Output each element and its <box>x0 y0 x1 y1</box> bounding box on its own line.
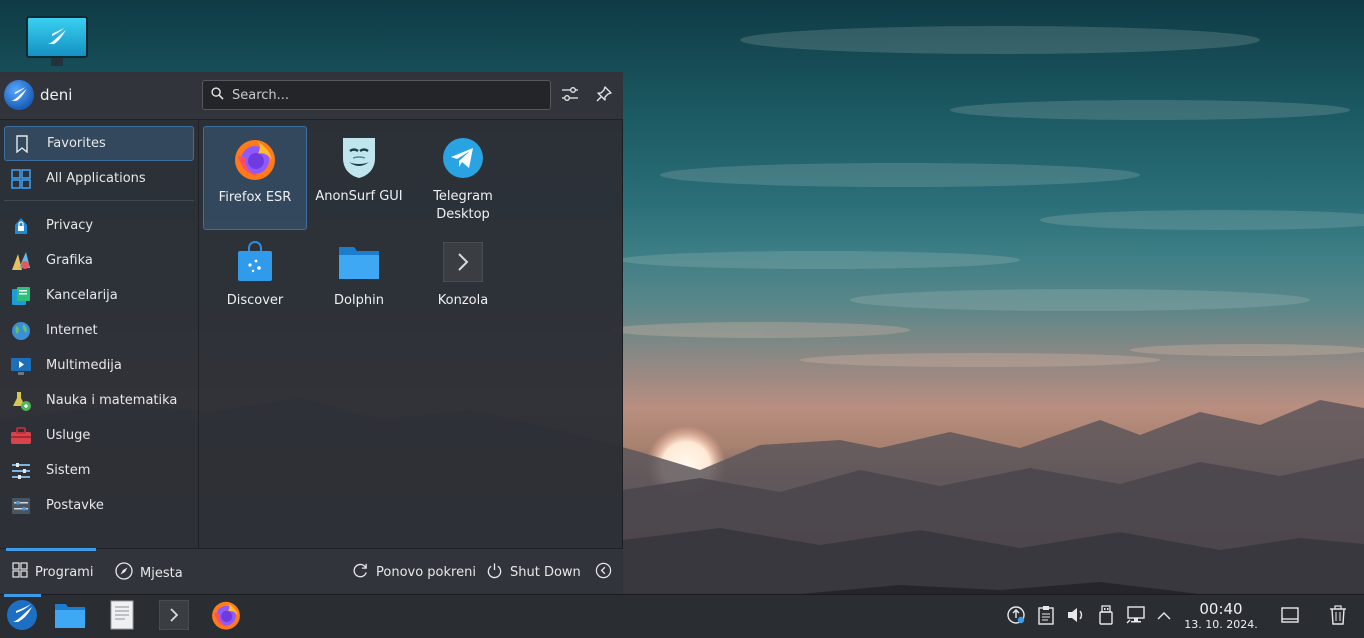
app-firefox-esr[interactable]: Firefox ESR <box>203 126 307 230</box>
active-tab-indicator <box>6 548 96 551</box>
app-discover[interactable]: Discover <box>203 230 307 334</box>
sidebar-item-internet[interactable]: Internet <box>4 313 194 348</box>
avatar[interactable] <box>4 80 34 110</box>
taskbar-text-editor[interactable] <box>104 599 140 635</box>
anonsurf-mask-icon <box>335 134 383 182</box>
volume-icon <box>1066 606 1086 628</box>
search-icon <box>211 86 224 104</box>
firefox-icon <box>210 599 242 635</box>
leave-options-button[interactable] <box>595 562 612 583</box>
office-icon <box>10 285 32 307</box>
text-editor-icon <box>110 600 134 634</box>
system-icon <box>10 460 32 482</box>
terminal-icon <box>439 238 487 286</box>
telegram-icon <box>439 134 487 182</box>
app-anonsurf-gui[interactable]: AnonSurf GUI <box>307 126 411 230</box>
sidebar-item-privacy[interactable]: Privacy <box>4 208 194 243</box>
network-icon <box>1126 606 1146 628</box>
toolbox-icon <box>10 425 32 447</box>
expand-arrow-icon <box>1157 610 1171 625</box>
search-input[interactable] <box>232 87 532 103</box>
sidebar-item-multimedija[interactable]: Multimedija <box>4 348 194 383</box>
app-konzola[interactable]: Konzola <box>411 230 515 334</box>
tray-volume[interactable] <box>1065 606 1087 628</box>
tray-expand-button[interactable] <box>1153 606 1175 628</box>
taskbar: 00:40 13. 10. 2024. <box>0 594 1364 638</box>
multimedia-icon <box>10 355 32 377</box>
dolphin-icon <box>54 601 86 633</box>
restart-icon <box>352 562 369 583</box>
graphics-icon <box>10 250 32 272</box>
trash-button[interactable] <box>1327 605 1349 629</box>
category-sidebar: Favorites All Applications Privacy Grafi… <box>0 120 199 548</box>
trash-icon <box>1329 605 1347 629</box>
tray-clipboard[interactable] <box>1035 606 1057 628</box>
grid-icon <box>12 562 28 582</box>
tray-updates[interactable] <box>1005 606 1027 628</box>
clipboard-icon <box>1037 605 1055 629</box>
pin-button[interactable] <box>592 84 616 108</box>
application-launcher: deni Favorites All Applications <box>0 72 623 594</box>
clock-time: 00:40 <box>1199 600 1243 618</box>
tab-programs[interactable]: Programi <box>12 562 93 582</box>
app-telegram-desktop[interactable]: Telegram Desktop <box>411 126 515 230</box>
app-dolphin[interactable]: Dolphin <box>307 230 411 334</box>
digital-clock[interactable]: 00:40 13. 10. 2024. <box>1180 601 1262 632</box>
globe-icon <box>10 320 32 342</box>
active-task-indicator <box>4 594 41 597</box>
desktop-computer-icon[interactable] <box>26 16 88 66</box>
sidebar-item-all-applications[interactable]: All Applications <box>4 161 194 196</box>
tray-network[interactable] <box>1125 606 1147 628</box>
discover-bag-icon <box>231 238 279 286</box>
sidebar-item-usluge[interactable]: Usluge <box>4 418 194 453</box>
power-icon <box>486 562 503 583</box>
user-name: deni <box>40 86 73 104</box>
taskbar-konsole[interactable] <box>156 599 192 635</box>
launcher-header: deni <box>0 72 623 120</box>
launcher-icon <box>6 599 38 635</box>
privacy-lock-icon <box>10 215 32 237</box>
sidebar-item-nauka-i-matematika[interactable]: Nauka i matematika <box>4 383 194 418</box>
sidebar-divider <box>4 200 194 201</box>
configure-button[interactable] <box>558 84 582 108</box>
sidebar-item-sistem[interactable]: Sistem <box>4 453 194 488</box>
restart-button[interactable]: Ponovo pokreni <box>352 562 476 583</box>
taskbar-firefox[interactable] <box>208 599 244 635</box>
sliders-icon <box>561 85 579 107</box>
show-desktop-button[interactable] <box>1279 606 1301 628</box>
terminal-icon <box>158 599 190 634</box>
shutdown-button[interactable]: Shut Down <box>486 562 581 583</box>
usb-device-icon <box>1099 605 1113 629</box>
tab-places[interactable]: Mjesta <box>115 562 183 584</box>
folder-icon <box>335 238 383 286</box>
taskbar-dolphin[interactable] <box>52 599 88 635</box>
application-launcher-button[interactable] <box>4 599 40 635</box>
chevron-left-circle-icon <box>595 562 612 583</box>
grid-apps-icon <box>10 168 32 190</box>
sidebar-item-kancelarija[interactable]: Kancelarija <box>4 278 194 313</box>
bookmark-icon <box>11 133 33 155</box>
show-desktop-icon <box>1281 607 1299 627</box>
compass-icon <box>115 562 133 584</box>
tray-usb-devices[interactable] <box>1095 605 1117 629</box>
launcher-footer: Programi Mjesta Ponovo pokreni Shut Down <box>0 548 623 594</box>
kde-logo-icon <box>26 16 88 58</box>
user-info[interactable]: deni <box>4 80 72 110</box>
science-icon <box>10 390 32 412</box>
pin-icon <box>595 85 613 107</box>
clock-date: 13. 10. 2024. <box>1184 618 1258 631</box>
search-box[interactable] <box>202 80 551 110</box>
firefox-icon <box>231 135 279 183</box>
update-notifier-icon <box>1006 605 1026 629</box>
sidebar-item-favorites[interactable]: Favorites <box>4 126 194 161</box>
settings-icon <box>10 495 32 517</box>
sidebar-item-postavke[interactable]: Postavke <box>4 488 194 523</box>
sidebar-item-grafika[interactable]: Grafika <box>4 243 194 278</box>
